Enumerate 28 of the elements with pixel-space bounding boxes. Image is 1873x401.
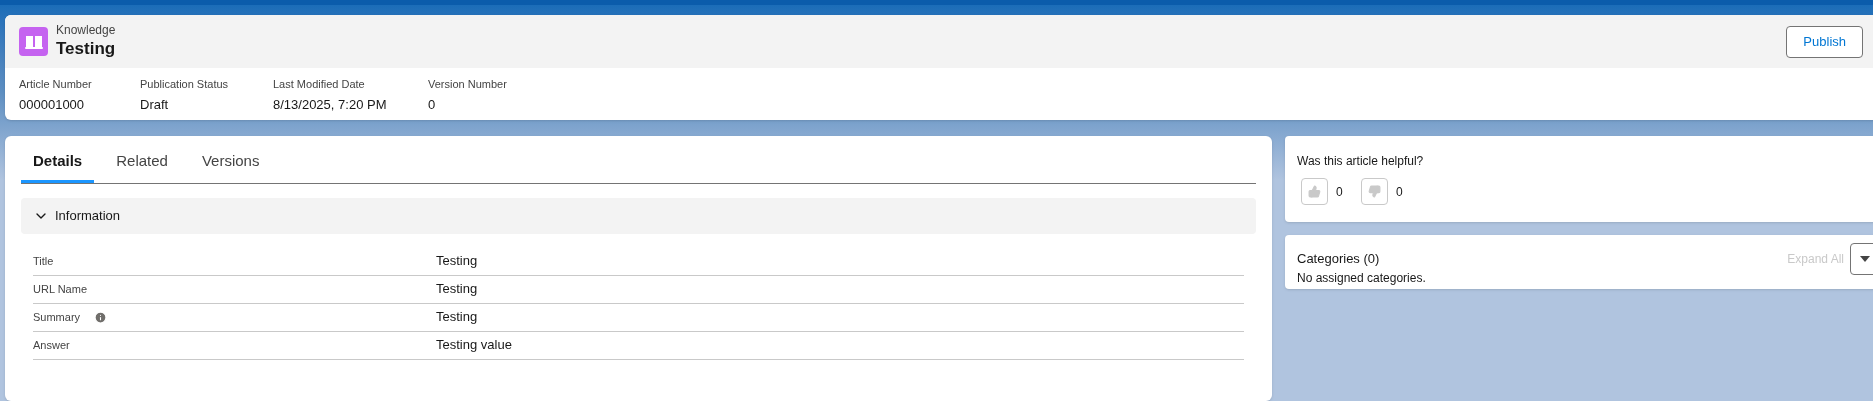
section-header[interactable]: Information: [21, 197, 1256, 234]
categories-title: Categories (0): [1297, 250, 1380, 269]
feedback-question: Was this article helpful?: [1297, 154, 1424, 168]
field-label: Title: [33, 253, 54, 269]
field-label: Article Number: [19, 77, 93, 92]
tab[interactable]: Related: [104, 148, 180, 183]
like-count: 0: [1336, 183, 1344, 201]
field-value: Testing value: [436, 336, 512, 355]
field-value: Testing: [436, 252, 478, 271]
record-title: Testing: [56, 38, 116, 60]
field-value: Draft: [140, 95, 170, 114]
field-label: Version Number: [428, 77, 508, 92]
tab[interactable]: Details: [21, 148, 95, 183]
field-label: Summary: [33, 309, 81, 325]
field-label: URL Name: [33, 281, 87, 297]
empty-message: No assigned categories.: [1297, 270, 1427, 287]
field-value: Testing: [436, 280, 478, 299]
field-value: 000001000: [19, 95, 86, 114]
field-value: 8/13/2025, 7:20 PM: [273, 95, 388, 114]
dislike-count: 0: [1396, 183, 1403, 201]
object-type-label: Knowledge: [56, 23, 116, 39]
field-label: Answer: [33, 337, 70, 353]
field-label: Publication Status: [140, 77, 230, 92]
field-value: 0: [428, 95, 437, 114]
field-value: Testing: [436, 308, 478, 327]
field-label: Last Modified Date: [273, 77, 366, 92]
tab[interactable]: Versions: [189, 148, 272, 183]
publish-button[interactable]: Publish: [1786, 25, 1863, 58]
